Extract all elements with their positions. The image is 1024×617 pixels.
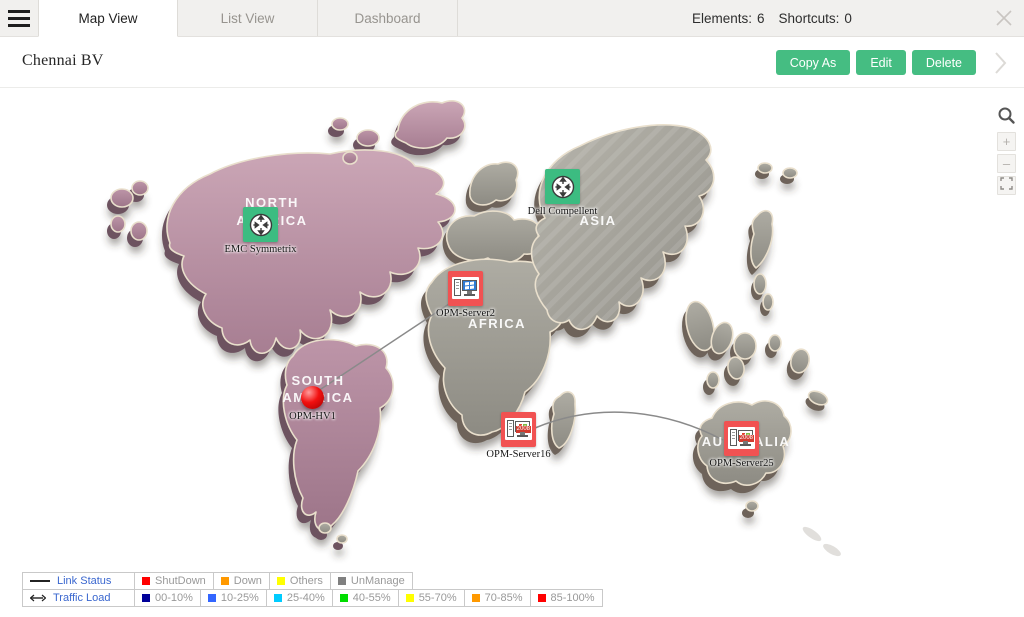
tab-map-view[interactable]: Map View bbox=[38, 0, 178, 37]
device-emc-symmetrix[interactable]: EMC Symmetrix bbox=[243, 207, 278, 242]
chevron-right-icon[interactable] bbox=[990, 50, 1010, 76]
legend-link-status-row: Link Status ShutDown Down Others UnManag… bbox=[22, 572, 603, 590]
device-label: OPM-Server16 bbox=[486, 449, 550, 460]
device-opm-hv1[interactable]: OPM-HV1 bbox=[301, 386, 324, 409]
delete-button[interactable]: Delete bbox=[912, 50, 976, 75]
legend-item: 55-70% bbox=[398, 589, 465, 607]
fit-screen-button[interactable] bbox=[997, 176, 1016, 195]
legend-item: ShutDown bbox=[134, 572, 214, 590]
device-opm-server25[interactable]: 2008 OPM-Server25 bbox=[724, 421, 759, 456]
shortcuts-count: Shortcuts: 0 bbox=[779, 11, 852, 26]
legend-item: Others bbox=[269, 572, 331, 590]
edit-button[interactable]: Edit bbox=[856, 50, 906, 75]
close-icon[interactable] bbox=[994, 8, 1014, 28]
storage-icon bbox=[545, 169, 580, 204]
windows-2008-server-icon: 2008 bbox=[724, 421, 759, 456]
virtual-host-sphere-icon bbox=[301, 386, 324, 409]
device-opm-server2[interactable]: OPM-Server2 bbox=[448, 271, 483, 306]
zoom-in-button[interactable]: + bbox=[997, 132, 1016, 151]
legend-row-label: Traffic Load bbox=[53, 592, 110, 604]
legend-item: 10-25% bbox=[200, 589, 267, 607]
legend-item: UnManage bbox=[330, 572, 413, 590]
device-label: EMC Symmetrix bbox=[224, 244, 296, 255]
device-label: Dell Compellent bbox=[528, 206, 598, 217]
link-line-icon bbox=[30, 580, 50, 582]
device-dell-compellent[interactable]: Dell Compellent bbox=[545, 169, 580, 204]
legend-item: 25-40% bbox=[266, 589, 333, 607]
action-buttons: Copy As Edit Delete bbox=[776, 50, 976, 75]
map-canvas[interactable]: NORTH AMERICA ASIA AFRICA SOUTH AMERICA … bbox=[0, 88, 1024, 617]
legend-row-label: Link Status bbox=[57, 575, 111, 587]
windows-server-icon bbox=[448, 271, 483, 306]
traffic-arrow-icon bbox=[30, 594, 46, 602]
storage-icon bbox=[243, 207, 278, 242]
map-stats: Elements: 6 Shortcuts: 0 bbox=[692, 0, 852, 37]
tab-list-view[interactable]: List View bbox=[178, 0, 318, 36]
top-tab-bar: Map View List View Dashboard Elements: 6… bbox=[0, 0, 1024, 37]
map-toolbar: Chennai BV Copy As Edit Delete bbox=[0, 37, 1024, 88]
legend-item: 00-10% bbox=[134, 589, 201, 607]
legend-item: 40-55% bbox=[332, 589, 399, 607]
legend-item: Down bbox=[213, 572, 270, 590]
tab-dashboard[interactable]: Dashboard bbox=[318, 0, 458, 36]
hamburger-menu-icon[interactable] bbox=[0, 0, 38, 36]
device-opm-server16[interactable]: 2008 OPM-Server16 bbox=[501, 412, 536, 447]
elements-count: Elements: 6 bbox=[692, 11, 765, 26]
world-map: NORTH AMERICA ASIA AFRICA SOUTH AMERICA … bbox=[0, 88, 1024, 617]
legend-traffic-load-row: Traffic Load 00-10% 10-25% 25-40% 40-55%… bbox=[22, 589, 603, 607]
map-legend: Link Status ShutDown Down Others UnManag… bbox=[22, 572, 603, 607]
search-icon[interactable] bbox=[997, 106, 1016, 125]
page-title: Chennai BV bbox=[22, 52, 104, 70]
legend-item: 70-85% bbox=[464, 589, 531, 607]
fit-screen-icon bbox=[1000, 177, 1013, 190]
device-label: OPM-Server2 bbox=[436, 308, 495, 319]
device-label: OPM-Server25 bbox=[709, 458, 773, 469]
zoom-out-button[interactable]: – bbox=[997, 154, 1016, 173]
copy-as-button[interactable]: Copy As bbox=[776, 50, 851, 75]
map-zoom-controls: + – bbox=[997, 106, 1016, 195]
windows-2008-server-icon: 2008 bbox=[501, 412, 536, 447]
device-label: OPM-HV1 bbox=[289, 411, 336, 422]
legend-item: 85-100% bbox=[530, 589, 603, 607]
